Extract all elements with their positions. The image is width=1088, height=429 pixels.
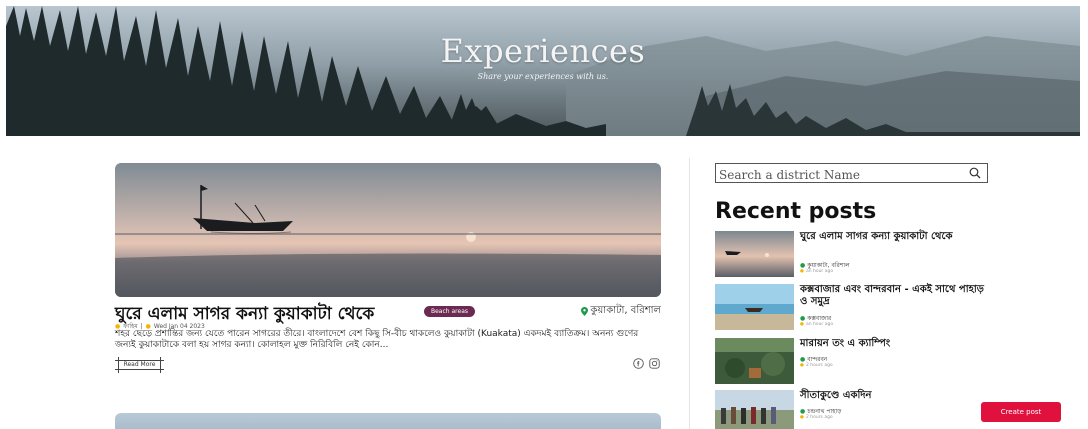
search-box <box>715 163 988 184</box>
pin-icon <box>581 307 589 316</box>
read-more-button[interactable]: Read More <box>115 357 164 373</box>
facebook-icon[interactable] <box>633 358 644 369</box>
recent-post-thumbnail[interactable] <box>715 338 794 384</box>
recent-post-time-label: 2 hours ago <box>805 363 833 368</box>
recent-post-time: ● 2 hours ago <box>800 415 833 420</box>
pin-icon: ● <box>800 356 806 363</box>
post-location: কুয়াকাটা, বরিশাল <box>581 303 661 320</box>
clock-icon: ● <box>800 415 804 420</box>
search-input[interactable] <box>716 166 956 184</box>
clock-icon: ● <box>800 269 804 274</box>
page-title: Experiences <box>440 32 646 70</box>
page: Experiences Share your experiences with … <box>0 0 1088 429</box>
recent-post-time-label: an hour ago <box>805 269 834 274</box>
recent-posts-heading: Recent posts <box>715 199 877 224</box>
column-divider <box>689 158 690 429</box>
recent-post-title[interactable]: ঘুরে এলাম সাগর কন্যা কুয়াকাটা থেকে <box>800 231 990 243</box>
post-cover-image[interactable] <box>115 163 661 297</box>
search-icon[interactable] <box>969 167 981 179</box>
post-excerpt: শহর ছেড়ে প্রশান্তির জন্য যেতে পারেন সাগ… <box>115 329 639 350</box>
recent-post-time: ● 2 hours ago <box>800 363 833 368</box>
recent-post-thumbnail[interactable] <box>715 284 794 330</box>
page-subtitle: Share your experiences with us. <box>477 72 609 81</box>
recent-post-time: ● an hour ago <box>800 269 833 274</box>
recent-post-title[interactable]: মারায়ন তং এ ক্যাম্পিং <box>800 338 990 350</box>
recent-post-time: ● an hour ago <box>800 322 833 327</box>
recent-post-title[interactable]: সীতাকুণ্ডে একদিন <box>800 390 990 402</box>
hero-banner: Experiences Share your experiences with … <box>6 6 1080 136</box>
pin-icon: ● <box>800 408 806 415</box>
recent-post-item[interactable]: মারায়ন তং এ ক্যাম্পিং ● বান্দরবন ● 2 hour… <box>715 338 1015 388</box>
recent-post-thumbnail[interactable] <box>715 231 794 277</box>
recent-post-item[interactable]: সীতাকুণ্ডে একদিন ● চন্দ্রনাথ পাহাড় ● 2 ho… <box>715 390 1015 429</box>
post-location-label: কুয়াকাটা, বরিশাল <box>590 305 661 316</box>
clock-icon: ● <box>800 322 804 327</box>
recent-post-item[interactable]: কক্সবাজার এবং বান্দরবান - একই সাথে পাহাড… <box>715 284 1015 334</box>
recent-post-thumbnail[interactable] <box>715 390 794 429</box>
clock-icon: ● <box>800 363 804 368</box>
instagram-icon[interactable] <box>649 358 660 369</box>
create-post-button[interactable]: Create post <box>981 402 1061 422</box>
recent-post-time-label: an hour ago <box>805 322 834 327</box>
recent-post-title[interactable]: কক্সবাজার এবং বান্দরবান - একই সাথে পাহাড… <box>800 284 990 308</box>
forest-mountain-image <box>6 6 1080 136</box>
pin-icon: ● <box>800 262 806 269</box>
category-badge[interactable]: Beach areas <box>424 306 475 317</box>
pin-icon: ● <box>800 315 806 322</box>
recent-post-item[interactable]: ঘুরে এলাম সাগর কন্যা কুয়াকাটা থেকে ● কুয… <box>715 231 1015 281</box>
recent-post-time-label: 2 hours ago <box>805 415 833 420</box>
post-cover-image-next[interactable] <box>115 413 661 429</box>
